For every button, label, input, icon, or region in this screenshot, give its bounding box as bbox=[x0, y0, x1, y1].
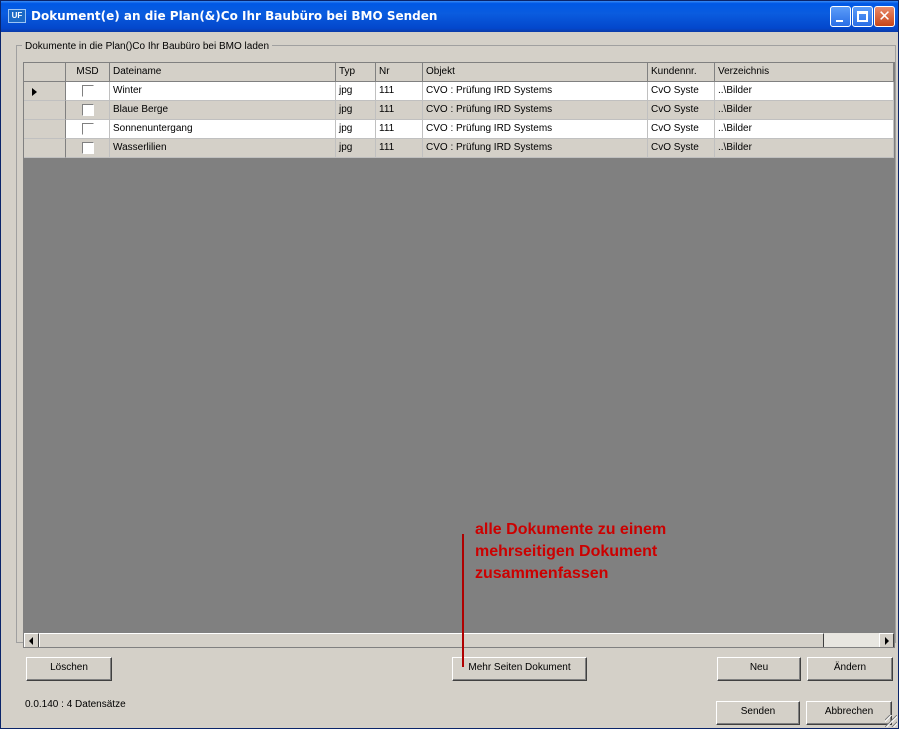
row-indicator bbox=[24, 139, 66, 158]
typ-cell[interactable]: jpg bbox=[336, 120, 376, 139]
close-icon: ✕ bbox=[878, 7, 891, 25]
abbrechen-button[interactable]: Abbrechen bbox=[806, 701, 892, 725]
verzeichnis-cell[interactable]: ..\Bilder bbox=[715, 82, 894, 101]
minimize-button[interactable] bbox=[830, 6, 851, 27]
groupbox-label: Dokumente in die Plan()Co Ihr Baubüro be… bbox=[22, 41, 273, 52]
dateiname-cell[interactable]: Blaue Berge bbox=[110, 101, 336, 120]
header-verzeichnis[interactable]: Verzeichnis bbox=[715, 63, 894, 82]
annotation-line-2: mehrseitigen Dokument bbox=[475, 543, 658, 560]
header-msd[interactable]: MSD bbox=[66, 63, 110, 82]
objekt-cell[interactable]: CVO : Prüfung IRD Systems bbox=[423, 139, 648, 158]
maximize-icon bbox=[857, 11, 868, 22]
dateiname-cell[interactable]: Winter bbox=[110, 82, 336, 101]
close-button[interactable]: ✕ bbox=[874, 6, 895, 27]
header-typ[interactable]: Typ bbox=[336, 63, 376, 82]
grid-header: MSD Dateiname Typ Nr Objekt Kundennr. Ve… bbox=[24, 63, 894, 82]
aendern-button[interactable]: Ändern bbox=[807, 657, 893, 681]
kundennr-cell[interactable]: CvO Syste bbox=[648, 120, 715, 139]
objekt-cell[interactable]: CVO : Prüfung IRD Systems bbox=[423, 120, 648, 139]
row-indicator bbox=[24, 120, 66, 139]
scroll-right-button[interactable] bbox=[879, 633, 894, 647]
nr-cell[interactable]: 111 bbox=[376, 139, 423, 158]
senden-button[interactable]: Senden bbox=[716, 701, 800, 725]
verzeichnis-cell[interactable]: ..\Bilder bbox=[715, 139, 894, 158]
horizontal-scrollbar[interactable] bbox=[24, 633, 894, 647]
nr-cell[interactable]: 111 bbox=[376, 101, 423, 120]
row-indicator bbox=[24, 82, 66, 101]
minimize-icon bbox=[836, 20, 843, 22]
typ-cell[interactable]: jpg bbox=[336, 82, 376, 101]
scrollbar-thumb[interactable] bbox=[39, 633, 824, 647]
dialog-window: UF Dokument(e) an die Plan(&)Co Ihr Baub… bbox=[0, 0, 899, 729]
objekt-cell[interactable]: CVO : Prüfung IRD Systems bbox=[423, 101, 648, 120]
msd-cell bbox=[66, 120, 110, 139]
nr-cell[interactable]: 111 bbox=[376, 82, 423, 101]
annotation-line-1: alle Dokumente zu einem bbox=[475, 521, 667, 538]
msd-checkbox[interactable] bbox=[82, 85, 94, 97]
kundennr-cell[interactable]: CvO Syste bbox=[648, 82, 715, 101]
annotation-line-3: zusammenfassen bbox=[475, 565, 609, 582]
verzeichnis-cell[interactable]: ..\Bilder bbox=[715, 101, 894, 120]
status-text: 0.0.140 : 4 Datensätze bbox=[25, 699, 126, 710]
table-row[interactable]: Wasserlilien jpg 111 CVO : Prüfung IRD S… bbox=[24, 139, 894, 158]
header-objekt[interactable]: Objekt bbox=[423, 63, 648, 82]
table-row[interactable]: Winter jpg 111 CVO : Prüfung IRD Systems… bbox=[24, 82, 894, 101]
title-bar[interactable]: UF Dokument(e) an die Plan(&)Co Ihr Baub… bbox=[1, 1, 898, 32]
app-icon: UF bbox=[8, 9, 26, 23]
current-row-pointer-icon bbox=[32, 88, 37, 96]
row-indicator bbox=[24, 101, 66, 120]
msd-checkbox[interactable] bbox=[82, 104, 94, 116]
msd-cell bbox=[66, 82, 110, 101]
maximize-button[interactable] bbox=[852, 6, 873, 27]
dateiname-cell[interactable]: Sonnenuntergang bbox=[110, 120, 336, 139]
header-indicator bbox=[24, 63, 66, 82]
resize-grip-icon[interactable] bbox=[885, 715, 897, 727]
annotation-pointer-line bbox=[462, 534, 464, 667]
annotation-callout: alle Dokumente zu einem mehrseitigen Dok… bbox=[475, 519, 795, 585]
msd-cell bbox=[66, 139, 110, 158]
nr-cell[interactable]: 111 bbox=[376, 120, 423, 139]
header-kundennr[interactable]: Kundennr. bbox=[648, 63, 715, 82]
scroll-left-button[interactable] bbox=[24, 633, 39, 647]
verzeichnis-cell[interactable]: ..\Bilder bbox=[715, 120, 894, 139]
neu-button[interactable]: Neu bbox=[717, 657, 801, 681]
objekt-cell[interactable]: CVO : Prüfung IRD Systems bbox=[423, 82, 648, 101]
msd-checkbox[interactable] bbox=[82, 142, 94, 154]
kundennr-cell[interactable]: CvO Syste bbox=[648, 101, 715, 120]
msd-checkbox[interactable] bbox=[82, 123, 94, 135]
header-dateiname[interactable]: Dateiname bbox=[110, 63, 336, 82]
typ-cell[interactable]: jpg bbox=[336, 139, 376, 158]
table-row[interactable]: Blaue Berge jpg 111 CVO : Prüfung IRD Sy… bbox=[24, 101, 894, 120]
kundennr-cell[interactable]: CvO Syste bbox=[648, 139, 715, 158]
arrow-right-icon bbox=[885, 637, 889, 645]
msd-cell bbox=[66, 101, 110, 120]
dateiname-cell[interactable]: Wasserlilien bbox=[110, 139, 336, 158]
header-nr[interactable]: Nr bbox=[376, 63, 423, 82]
loeschen-button[interactable]: Löschen bbox=[26, 657, 112, 681]
mehr-seiten-dokument-button[interactable]: Mehr Seiten Dokument bbox=[452, 657, 587, 681]
arrow-left-icon bbox=[29, 637, 33, 645]
typ-cell[interactable]: jpg bbox=[336, 101, 376, 120]
window-title: Dokument(e) an die Plan(&)Co Ihr Baubüro… bbox=[31, 9, 438, 23]
table-row[interactable]: Sonnenuntergang jpg 111 CVO : Prüfung IR… bbox=[24, 120, 894, 139]
